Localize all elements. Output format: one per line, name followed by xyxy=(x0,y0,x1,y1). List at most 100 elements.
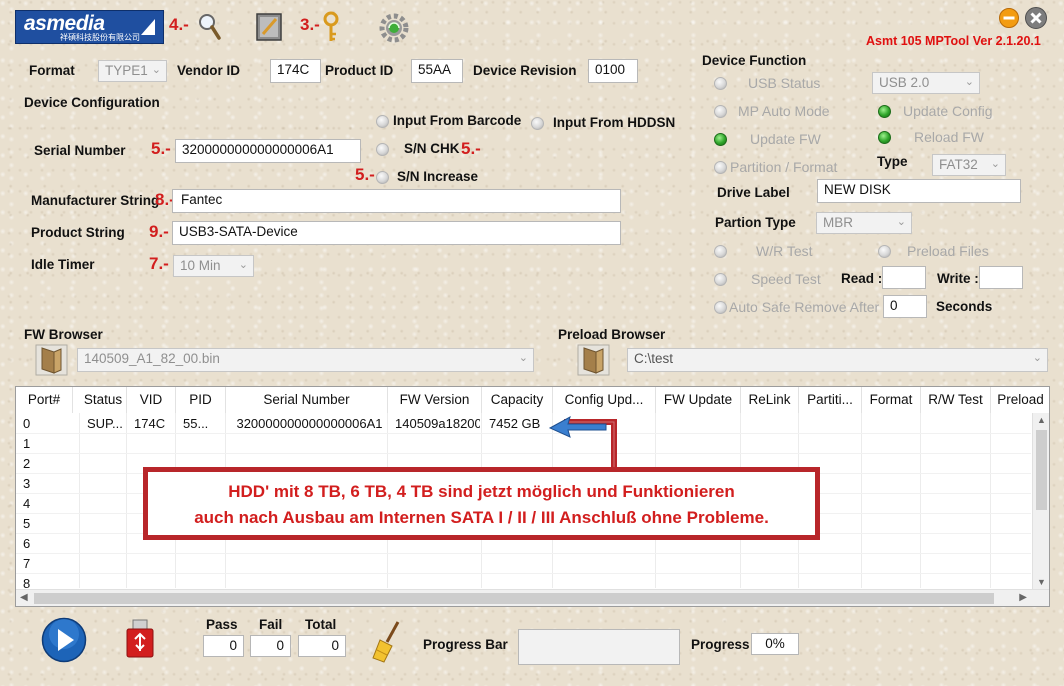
clear-broom-icon[interactable] xyxy=(370,620,402,664)
scroll-left-icon[interactable]: ◀ xyxy=(20,592,28,603)
input-hddsn-radio[interactable] xyxy=(531,117,544,130)
port-number-cell[interactable]: 6 xyxy=(23,534,71,554)
input-barcode-radio[interactable] xyxy=(376,115,389,128)
horizontal-scrollbar[interactable]: ◀ ▶ xyxy=(16,589,1049,606)
update-fw-radio[interactable] xyxy=(714,133,727,146)
usb-status-label: USB Status xyxy=(748,75,821,91)
drive-label-label: Drive Label xyxy=(717,185,790,200)
update-config-radio[interactable] xyxy=(878,105,891,118)
column-header[interactable]: FW Version xyxy=(388,387,482,413)
update-config-label: Update Config xyxy=(903,103,993,119)
column-header[interactable]: VID xyxy=(127,387,176,413)
mp-auto-mode-radio[interactable] xyxy=(714,105,727,118)
port-number-cell[interactable]: 1 xyxy=(23,434,71,454)
fw-folder-icon[interactable] xyxy=(35,344,68,376)
column-header[interactable]: Serial Number xyxy=(226,387,388,413)
scroll-down-icon[interactable]: ▼ xyxy=(1037,577,1046,587)
table-cell[interactable] xyxy=(748,414,797,434)
drive-label-field[interactable]: NEW DISK xyxy=(817,179,1021,203)
partion-type-select[interactable]: MBR ⌄ xyxy=(816,212,912,234)
filesystem-type-select[interactable]: FAT32 ⌄ xyxy=(932,154,1006,176)
key-icon[interactable] xyxy=(319,10,343,44)
type-label: Type xyxy=(877,154,908,169)
asmedia-logo: asmedia 祥碩科技股份有限公司 xyxy=(15,10,164,44)
port-number-cell[interactable]: 3 xyxy=(23,474,71,494)
reload-fw-radio[interactable] xyxy=(878,131,891,144)
scroll-right-icon[interactable]: ▶ xyxy=(1019,592,1027,603)
grid-column-divider xyxy=(920,413,921,588)
sn-increase-radio[interactable] xyxy=(376,171,389,184)
manufacturer-string-field[interactable]: Fantec xyxy=(172,189,621,213)
speed-test-label: Speed Test xyxy=(751,271,821,287)
column-header[interactable]: Preload xyxy=(991,387,1049,413)
pass-counter: 0 xyxy=(203,635,244,657)
minimize-icon[interactable] xyxy=(998,7,1020,29)
preload-files-radio[interactable] xyxy=(878,245,891,258)
product-id-field[interactable]: 55AA xyxy=(411,59,463,83)
device-revision-field[interactable]: 0100 xyxy=(588,59,638,83)
column-header[interactable]: PID xyxy=(176,387,226,413)
fail-label: Fail xyxy=(259,617,283,632)
notepad-edit-icon[interactable] xyxy=(255,12,283,42)
auto-safe-remove-radio[interactable] xyxy=(714,301,727,314)
fw-browser-select[interactable]: 140509_A1_82_00.bin ⌄ xyxy=(77,348,534,372)
column-header[interactable]: FW Update xyxy=(656,387,741,413)
partion-type-value: MBR xyxy=(823,215,853,230)
table-cell[interactable]: 320000000000000006A1 xyxy=(233,414,386,434)
table-cell[interactable] xyxy=(806,414,860,434)
vertical-scroll-thumb[interactable] xyxy=(1036,430,1047,510)
table-cell[interactable]: 140509a18200 xyxy=(395,414,480,434)
usb-version-select[interactable]: USB 2.0 ⌄ xyxy=(872,72,980,94)
read-field[interactable] xyxy=(882,266,926,289)
usb-drive-icon[interactable] xyxy=(124,619,156,659)
speed-test-radio[interactable] xyxy=(714,273,727,286)
preload-folder-icon[interactable] xyxy=(577,344,610,376)
settings-gear-icon[interactable] xyxy=(378,12,410,44)
product-string-field[interactable]: USB3-SATA-Device xyxy=(172,221,621,245)
column-header[interactable]: Config Upd... xyxy=(553,387,656,413)
table-cell[interactable] xyxy=(928,414,989,434)
column-header[interactable]: Port# xyxy=(16,387,73,413)
port-number-cell[interactable]: 5 xyxy=(23,514,71,534)
table-cell[interactable]: SUP... xyxy=(87,414,125,434)
annotation-7: 7.- xyxy=(149,254,169,273)
auto-safe-remove-seconds-field[interactable]: 0 xyxy=(883,295,927,318)
vendor-id-field[interactable]: 174C xyxy=(270,59,321,83)
port-number-cell[interactable]: 7 xyxy=(23,554,71,574)
column-header[interactable]: R/W Test xyxy=(921,387,991,413)
write-field[interactable] xyxy=(979,266,1023,289)
column-header[interactable]: Format xyxy=(862,387,921,413)
column-header[interactable]: Partiti... xyxy=(799,387,862,413)
sn-chk-radio[interactable] xyxy=(376,143,389,156)
device-configuration-title: Device Configuration xyxy=(24,95,160,110)
search-icon[interactable] xyxy=(196,11,222,41)
column-header[interactable]: Capacity xyxy=(482,387,553,413)
serial-number-field[interactable]: 320000000000000006A1 xyxy=(175,139,361,163)
vertical-scrollbar[interactable]: ▲ ▼ xyxy=(1032,413,1049,589)
horizontal-scroll-thumb[interactable] xyxy=(34,593,994,604)
total-label: Total xyxy=(305,617,337,632)
close-icon[interactable] xyxy=(1024,6,1048,30)
port-number-cell[interactable]: 0 xyxy=(23,414,71,434)
scroll-up-icon[interactable]: ▲ xyxy=(1037,415,1046,425)
preload-browser-select[interactable]: C:\test ⌄ xyxy=(627,348,1048,372)
port-number-cell[interactable]: 2 xyxy=(23,454,71,474)
wr-test-radio[interactable] xyxy=(714,245,727,258)
port-number-cell[interactable]: 4 xyxy=(23,494,71,514)
fw-browser-label: FW Browser xyxy=(24,327,103,342)
usb-status-radio[interactable] xyxy=(714,77,727,90)
idle-timer-select[interactable]: 10 Min ⌄ xyxy=(173,255,254,277)
table-cell[interactable] xyxy=(869,414,919,434)
column-header[interactable]: ReLink xyxy=(741,387,799,413)
annotation-5-serial: 5.- xyxy=(151,139,171,158)
table-cell[interactable]: 55... xyxy=(183,414,224,434)
device-function-title: Device Function xyxy=(702,53,807,68)
callout-box: HDD' mit 8 TB, 6 TB, 4 TB sind jetzt mög… xyxy=(143,467,820,540)
format-select[interactable]: TYPE1 ⌄ xyxy=(98,60,167,82)
start-play-icon[interactable] xyxy=(41,617,87,663)
column-header[interactable]: Status xyxy=(80,387,127,413)
reload-fw-label: Reload FW xyxy=(914,129,985,145)
table-cell[interactable] xyxy=(663,414,739,434)
table-cell[interactable]: 174C xyxy=(134,414,174,434)
partition-format-radio[interactable] xyxy=(714,161,727,174)
